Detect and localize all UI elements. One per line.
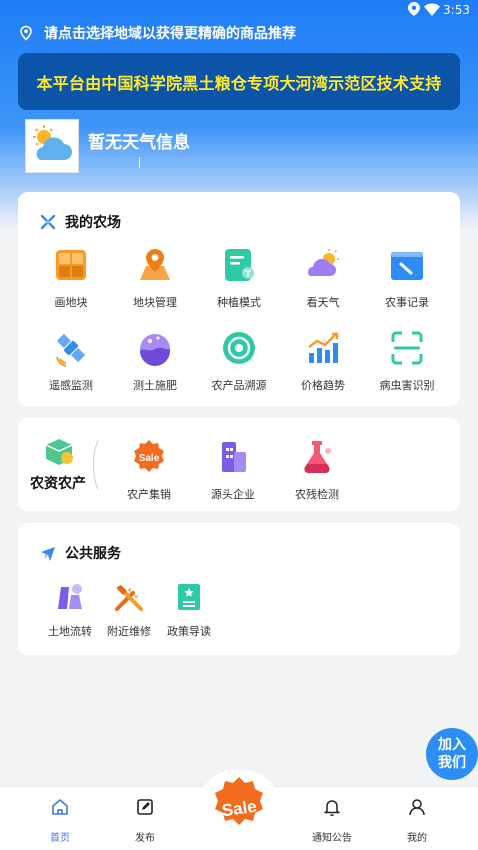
land-transfer-icon	[58, 584, 82, 609]
status-time: 3:53	[443, 3, 470, 17]
weather-divider	[139, 157, 140, 168]
farm-item-label: 遥感监测	[49, 379, 93, 392]
support-banner: 本平台由中国科学院黑土粮仓专项大河湾示范区技术支持	[18, 53, 460, 110]
agri-item-label: 农产集销	[127, 488, 171, 501]
agri-item-source-company[interactable]: 源头企业	[193, 438, 273, 502]
weather-icon	[308, 249, 339, 276]
tab-label: 首页	[50, 833, 70, 844]
farm-item-remote-sensing[interactable]: 遥感监测	[31, 329, 111, 393]
farm-item-label: 价格趋势	[301, 379, 345, 392]
satellite-icon	[56, 333, 86, 367]
agri-item-residue-test[interactable]: 农残检测	[277, 438, 357, 502]
user-icon	[409, 799, 425, 816]
farm-item-label: 测土施肥	[133, 379, 177, 392]
public-service-title: 公共服务	[65, 546, 121, 562]
my-farm-header: 我的农场	[40, 212, 121, 232]
farm-item-label: 农产品溯源	[211, 379, 267, 392]
record-icon	[391, 252, 423, 280]
repair-icon	[115, 585, 143, 611]
policy-icon	[178, 584, 200, 610]
weather-text: 暂无天气信息	[88, 133, 190, 153]
farm-item-planting-mode[interactable]: 种植模式	[199, 246, 279, 310]
planting-doc-icon	[225, 249, 254, 281]
banner-text: 本平台由中国科学院黑土粮仓专项大河湾示范区技术支持	[36, 73, 442, 93]
agri-item-label: 源头企业	[211, 488, 255, 501]
scan-icon	[391, 331, 423, 365]
farm-item-label: 画地块	[54, 296, 88, 309]
cloud-sun-icon	[33, 125, 72, 160]
agri-item-sales[interactable]: Sale 农产集销	[109, 438, 189, 502]
join-line-1: 加入	[438, 737, 466, 753]
tab-home[interactable]: 首页	[20, 787, 100, 850]
farm-item-farm-record[interactable]: 农事记录	[367, 246, 447, 310]
farm-item-label: 地块管理	[133, 296, 177, 309]
map-pin-icon	[140, 249, 170, 280]
plot-draw-icon	[56, 250, 86, 280]
tab-label: 我的	[407, 833, 427, 844]
location-pin-icon	[20, 25, 32, 41]
sale-icon: Sale	[134, 440, 164, 472]
farm-item-traceability[interactable]: 农产品溯源	[199, 329, 279, 393]
wifi-icon	[424, 3, 440, 16]
farm-item-plot-manage[interactable]: 地块管理	[115, 246, 195, 310]
public-service-card: 公共服务 土地流转 附近维修 政策导读	[18, 523, 460, 655]
edit-icon	[137, 799, 153, 815]
farm-item-label: 病虫害识别	[379, 379, 435, 392]
location-status-icon	[408, 2, 420, 16]
location-prompt: 请点击选择地域以获得更精确的商品推荐	[44, 26, 296, 42]
farm-item-draw-plot[interactable]: 画地块	[31, 246, 111, 310]
farm-item-weather[interactable]: 看天气	[283, 246, 363, 310]
farm-item-label: 看天气	[306, 296, 340, 309]
sale-center-icon[interactable]: Sale	[207, 775, 271, 839]
public-service-header: 公共服务	[40, 543, 121, 563]
bell-icon	[323, 800, 341, 817]
status-bar: 3:53	[0, 0, 478, 22]
join-us-button[interactable]: 加入 我们	[426, 728, 478, 780]
agri-card: 农资农产 Sale 农产集销 源头企业 农残检测	[18, 418, 460, 511]
location-selector[interactable]: 请点击选择地域以获得更精确的商品推荐	[18, 22, 296, 44]
service-item-label: 政策导读	[167, 625, 211, 638]
building-icon	[222, 442, 246, 472]
svg-text:Sale: Sale	[139, 453, 160, 464]
home-icon	[52, 798, 68, 815]
agri-item-label: 农残检测	[295, 488, 339, 501]
chart-icon	[308, 332, 339, 363]
soil-test-icon	[140, 334, 170, 366]
farm-item-price-trend[interactable]: 价格趋势	[283, 329, 363, 393]
tab-label: 发布	[135, 833, 155, 844]
tab-notices[interactable]: 通知公告	[292, 787, 372, 850]
weather-image[interactable]	[25, 119, 79, 173]
tab-label: 通知公告	[312, 833, 352, 844]
my-farm-card: 我的农场 画地块 地块管理 种植模式 看天气 农事记录 遥感监测 测土施肥 农产…	[18, 192, 460, 406]
tab-publish[interactable]: 发布	[105, 787, 185, 850]
farm-item-soil-test[interactable]: 测土施肥	[115, 329, 195, 393]
supplies-box-icon	[45, 439, 73, 465]
farm-title-icon	[40, 214, 56, 230]
service-item-policy-guide[interactable]: 政策导读	[149, 581, 229, 639]
farm-item-pest-identify[interactable]: 病虫害识别	[367, 329, 447, 393]
farm-item-label: 农事记录	[385, 296, 429, 309]
trace-icon	[223, 332, 255, 364]
plane-icon	[41, 547, 55, 561]
my-farm-title: 我的农场	[65, 215, 121, 231]
farm-item-label: 种植模式	[217, 296, 261, 309]
join-line-2: 我们	[438, 755, 466, 771]
agri-title: 农资农产	[30, 476, 86, 492]
tab-mine[interactable]: 我的	[377, 787, 457, 850]
flask-icon	[304, 441, 331, 473]
divider-arc	[93, 440, 99, 490]
